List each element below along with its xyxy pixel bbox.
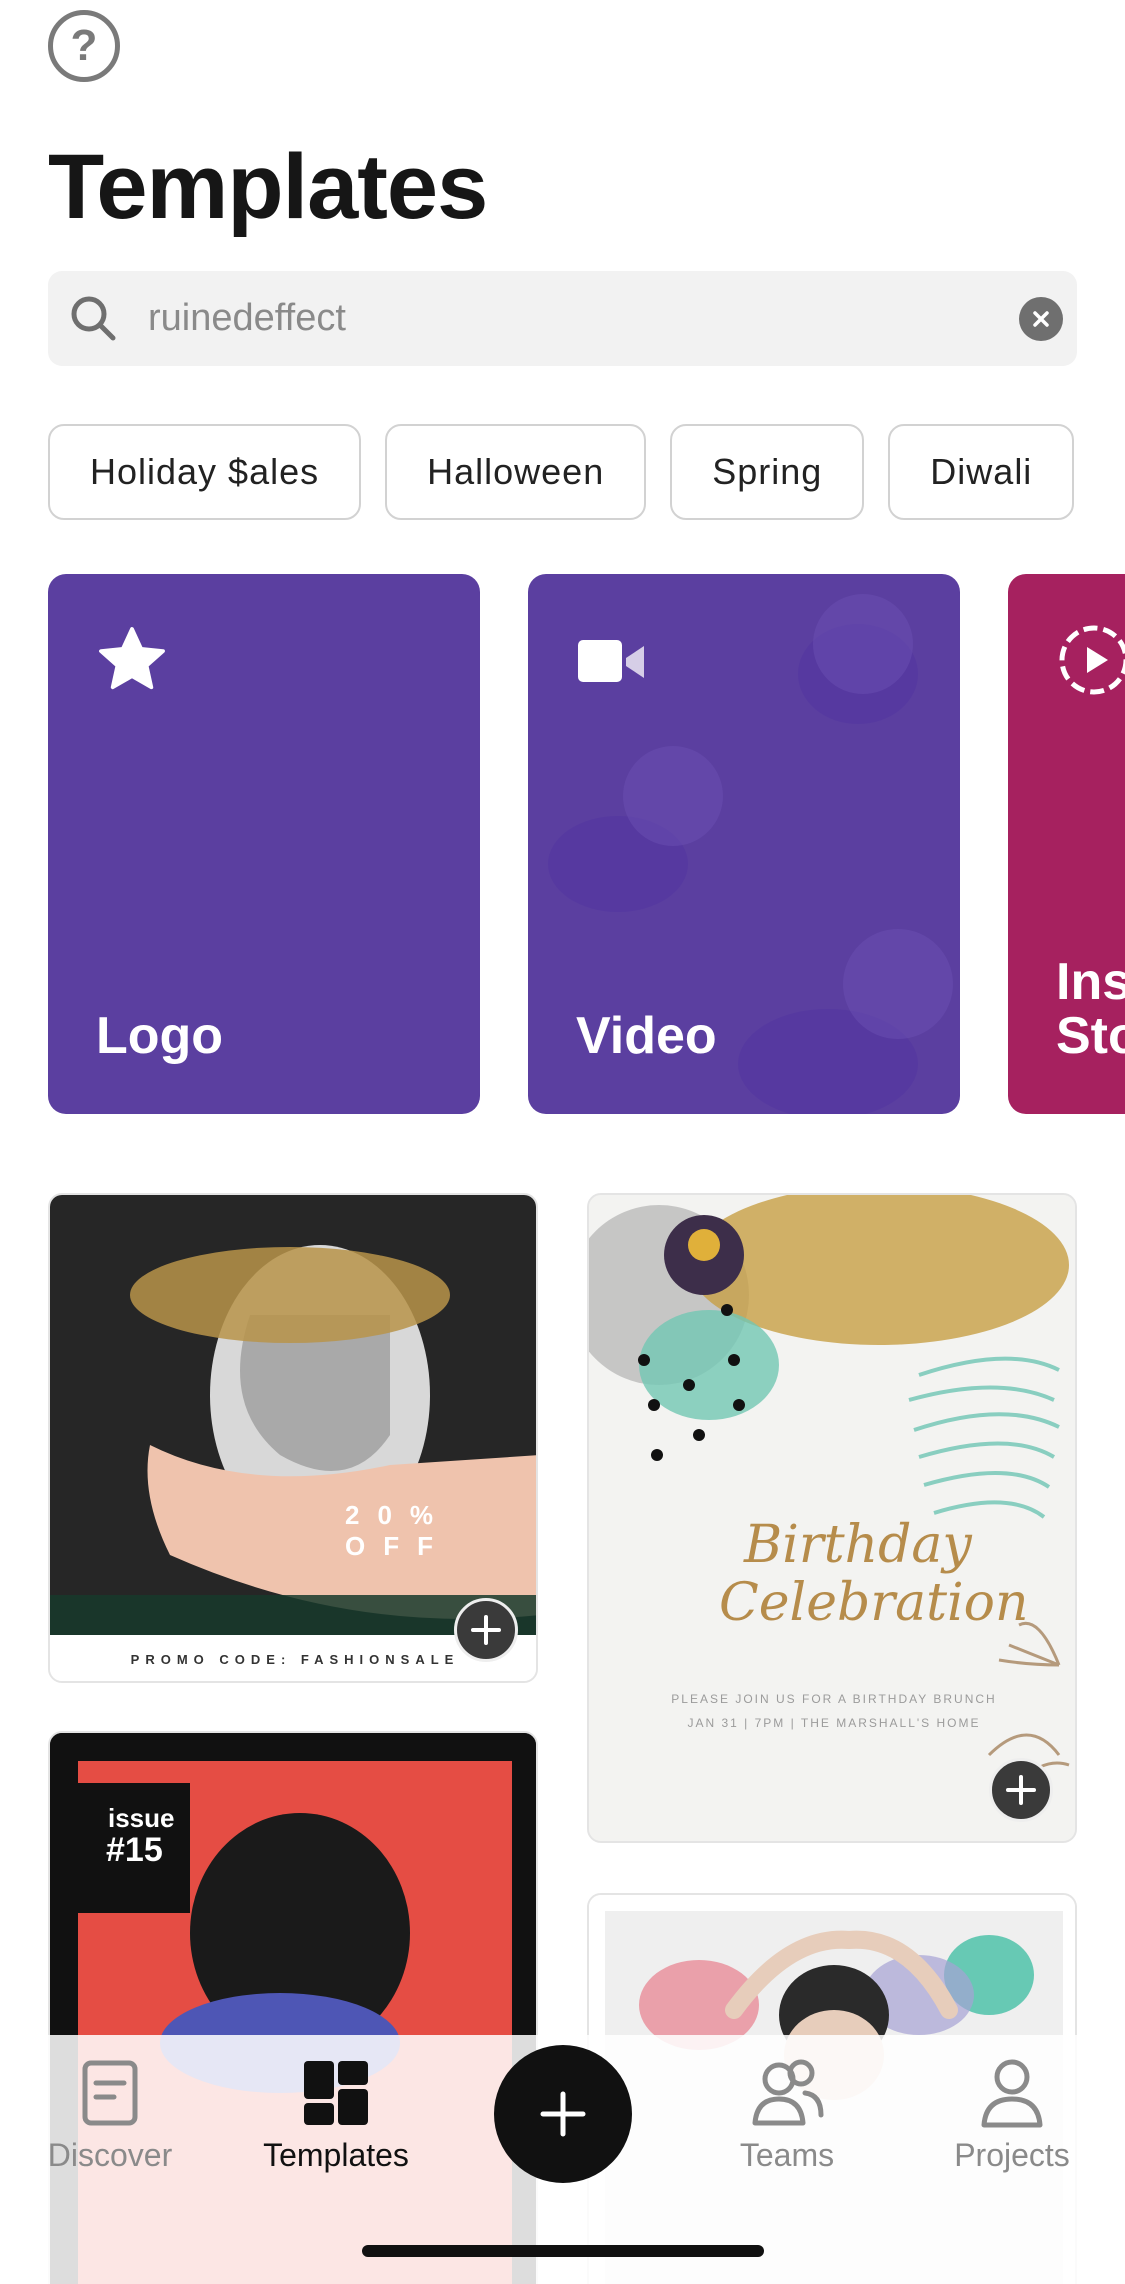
- clear-search-button[interactable]: [1019, 297, 1063, 341]
- filter-chips: Holiday $ales Halloween Spring Diwali: [48, 424, 1125, 520]
- category-carousel: Logo Video Ins Sto: [48, 574, 1125, 1114]
- tab-label-teams: Teams: [739, 2137, 835, 2173]
- magazine-issue-number: #15: [106, 1831, 163, 1869]
- category-card-video[interactable]: Video: [528, 574, 960, 1114]
- tab-label-projects: Projects: [954, 2137, 1070, 2173]
- category-label-video: Video: [576, 1007, 717, 1066]
- category-card-instagram-story[interactable]: Ins Sto: [1008, 574, 1125, 1114]
- tab-discover[interactable]: Discover: [20, 2057, 200, 2174]
- birthday-title-line2: Celebration: [719, 1573, 1029, 1633]
- promo-overlay-text: 20% OFF: [345, 1500, 452, 1561]
- search-bar[interactable]: [48, 271, 1077, 366]
- add-template-button[interactable]: [989, 1758, 1053, 1822]
- tab-templates[interactable]: Templates: [246, 2057, 426, 2174]
- tab-projects[interactable]: Projects: [922, 2057, 1102, 2174]
- close-icon: [1033, 311, 1049, 327]
- category-label-instagram-story: Ins Sto: [1056, 952, 1125, 1066]
- chip-diwali[interactable]: Diwali: [888, 424, 1075, 520]
- birthday-detail-line2: JAN 31 | 7PM | THE MARSHALL'S HOME: [687, 1716, 981, 1730]
- add-template-button[interactable]: [454, 1598, 518, 1662]
- plus-icon: [471, 1615, 501, 1645]
- chip-halloween[interactable]: Halloween: [385, 424, 647, 520]
- question-circle-icon: ?: [70, 21, 98, 70]
- plus-icon: [1006, 1775, 1036, 1805]
- chip-holiday-sales[interactable]: Holiday $ales: [48, 424, 362, 520]
- magazine-issue-label: issue: [108, 1803, 175, 1833]
- search-input[interactable]: [148, 271, 1008, 366]
- birthday-title-line1: Birthday: [744, 1515, 972, 1575]
- templates-grid-icon: [304, 2061, 368, 2125]
- tab-label-templates: Templates: [263, 2137, 409, 2173]
- template-card-fashion-promo[interactable]: 20% OFF PROMO CODE: FASHIONSALE: [48, 1193, 538, 1683]
- create-button[interactable]: [494, 2045, 632, 2183]
- play-circle-icon: [1059, 625, 1125, 695]
- video-camera-icon: [578, 640, 644, 682]
- chip-spring[interactable]: Spring: [670, 424, 865, 520]
- star-icon: [99, 627, 165, 690]
- tab-teams[interactable]: Teams: [697, 2057, 877, 2174]
- bottom-tab-bar: Discover Templates Teams Projects: [0, 2035, 1125, 2284]
- projects-user-icon: [981, 2059, 1043, 2128]
- help-button[interactable]: ?: [48, 10, 120, 82]
- template-card-birthday[interactable]: Birthday Celebration PLEASE JOIN US FOR …: [587, 1193, 1077, 1843]
- category-label-logo: Logo: [96, 1007, 224, 1066]
- discover-icon: [82, 2060, 138, 2126]
- home-indicator[interactable]: [362, 2245, 764, 2257]
- page-title: Templates: [48, 136, 488, 238]
- birthday-detail-line1: PLEASE JOIN US FOR A BIRTHDAY BRUNCH: [671, 1692, 997, 1706]
- teams-icon: [752, 2059, 824, 2126]
- tab-label-discover: Discover: [47, 2137, 173, 2173]
- plus-icon: [540, 2091, 586, 2137]
- search-icon: [71, 296, 116, 341]
- category-card-logo[interactable]: Logo: [48, 574, 480, 1114]
